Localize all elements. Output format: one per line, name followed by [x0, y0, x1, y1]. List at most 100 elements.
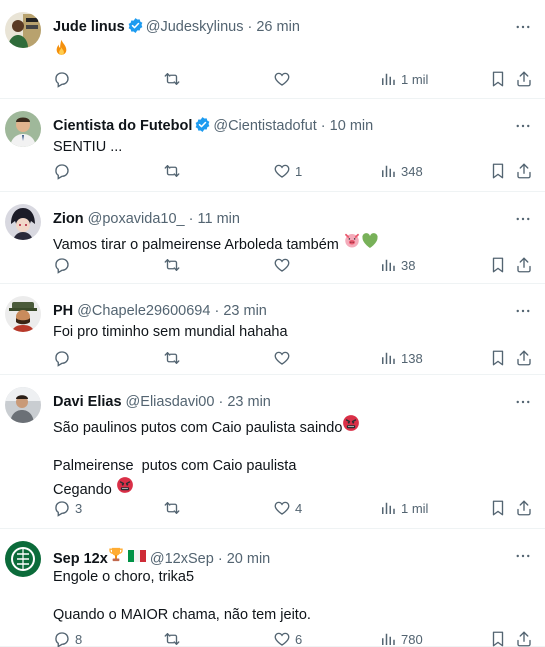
retweet-button[interactable]	[163, 627, 185, 647]
separator-dot: ·	[214, 303, 220, 319]
reply-button[interactable]: 3	[53, 496, 82, 520]
views-button[interactable]: 1 mil	[379, 67, 428, 91]
tweet[interactable]: Jude linus @Judeskylinus · 26 min 1 mil	[0, 0, 545, 99]
tweet-text-line: Quando o MAIOR chama, não tem jeito.	[53, 607, 311, 623]
retweet-button[interactable]	[163, 346, 185, 370]
share-icon	[515, 630, 533, 647]
like-button[interactable]: 6	[273, 627, 302, 647]
share-icon	[515, 70, 533, 88]
avatar[interactable]	[5, 296, 41, 332]
reply-icon	[53, 499, 71, 517]
timestamp[interactable]: 23 min	[223, 303, 267, 319]
author-handle[interactable]: @12xSep	[150, 551, 214, 567]
more-options-button[interactable]	[513, 17, 533, 37]
retweet-button[interactable]	[163, 67, 185, 91]
tweet-text-line: Vamos tirar o palmeirense Arboleda també…	[53, 237, 339, 253]
tweet-actions: 8 6 780	[53, 627, 533, 647]
view-count: 780	[401, 631, 423, 647]
avatar[interactable]	[5, 541, 41, 577]
timestamp[interactable]: 10 min	[330, 118, 374, 134]
text: São paulinos putos com Caio paulista sai…	[53, 420, 343, 436]
avatar[interactable]	[5, 204, 41, 240]
tweet-text: São paulinos putos com Caio paulista sai…	[53, 414, 505, 500]
tweet-text-line: Palmeirense putos com Caio paulista	[53, 458, 297, 474]
views-button[interactable]: 780	[379, 627, 423, 647]
more-options-button[interactable]	[513, 546, 533, 566]
like-button[interactable]: 1	[273, 159, 302, 183]
more-options-button[interactable]	[513, 392, 533, 412]
separator-dot: ·	[217, 551, 223, 567]
tweet-header: Sep 12x @12xSep · 20 min	[53, 546, 505, 567]
author-handle[interactable]: @Eliasdavi00	[126, 394, 215, 410]
replies-feed: Jude linus @Judeskylinus · 26 min 1 mil Cie…	[0, 0, 545, 647]
tweet[interactable]: Cientista do Futebol @Cientistadofut · 10…	[0, 99, 545, 192]
author-handle[interactable]: @Chapele29600694	[77, 303, 210, 319]
fire-emoji-icon	[53, 39, 70, 57]
reply-button[interactable]	[53, 253, 75, 277]
bookmark-icon	[489, 256, 507, 274]
views-button[interactable]: 38	[379, 253, 415, 277]
avatar[interactable]	[5, 111, 41, 147]
more-options-button[interactable]	[513, 209, 533, 229]
bookmark-button[interactable]	[489, 627, 507, 647]
like-count: 6	[295, 631, 303, 647]
author-handle[interactable]: @poxavida10_	[88, 211, 185, 227]
bookmark-button[interactable]	[489, 159, 507, 183]
author-handle[interactable]: @Cientistadofut	[213, 118, 316, 134]
like-button[interactable]	[273, 346, 295, 370]
retweet-icon	[163, 70, 181, 88]
timestamp[interactable]: 23 min	[227, 394, 271, 410]
separator-dot: ·	[320, 118, 326, 134]
tweet-text: Engole o choro, trika5 Quando o MAIOR cha…	[53, 568, 505, 625]
author-name[interactable]: Davi Elias	[53, 394, 122, 410]
reply-button[interactable]	[53, 159, 75, 183]
heart-icon	[273, 162, 291, 180]
views-button[interactable]: 348	[379, 159, 423, 183]
share-icon	[515, 349, 533, 367]
timestamp[interactable]: 26 min	[256, 19, 300, 35]
more-options-button[interactable]	[513, 116, 533, 136]
tweet[interactable]: Zion @poxavida10_ · 11 min Vamos tirar o …	[0, 192, 545, 284]
views-button[interactable]: 138	[379, 346, 423, 370]
like-button[interactable]	[273, 67, 295, 91]
reply-button[interactable]	[53, 67, 75, 91]
author-name[interactable]: PH	[53, 303, 73, 319]
share-button[interactable]	[515, 496, 533, 520]
bookmark-button[interactable]	[489, 253, 507, 277]
author-name[interactable]: Cientista do Futebol	[53, 118, 192, 134]
share-button[interactable]	[515, 346, 533, 370]
views-icon	[379, 162, 397, 180]
share-button[interactable]	[515, 627, 533, 647]
tweet[interactable]: Sep 12x @12xSep · 20 min Engole o choro, …	[0, 529, 545, 647]
author-name[interactable]: Zion	[53, 211, 84, 227]
views-button[interactable]: 1 mil	[379, 496, 428, 520]
reply-button[interactable]	[53, 346, 75, 370]
avatar[interactable]	[5, 387, 41, 423]
share-button[interactable]	[515, 253, 533, 277]
bookmark-button[interactable]	[489, 346, 507, 370]
author-name[interactable]: Sep 12x	[53, 551, 108, 567]
avatar[interactable]	[5, 12, 41, 48]
more-icon	[514, 547, 532, 565]
like-button[interactable]: 4	[273, 496, 302, 520]
timestamp[interactable]: 20 min	[227, 551, 271, 567]
tweet[interactable]: PH @Chapele29600694 · 23 min Foi pro timi…	[0, 284, 545, 375]
share-button[interactable]	[515, 159, 533, 183]
separator-dot: ·	[188, 211, 194, 227]
tweet[interactable]: Davi Elias @Eliasdavi00 · 23 min São paul…	[0, 375, 545, 529]
share-button[interactable]	[515, 67, 533, 91]
retweet-button[interactable]	[163, 159, 185, 183]
timestamp[interactable]: 11 min	[198, 211, 240, 227]
retweet-button[interactable]	[163, 253, 185, 277]
reply-button[interactable]: 8	[53, 627, 82, 647]
retweet-button[interactable]	[163, 496, 185, 520]
author-handle[interactable]: @Judeskylinus	[146, 19, 244, 35]
reply-icon	[53, 162, 71, 180]
bookmark-icon	[489, 70, 507, 88]
bookmark-button[interactable]	[489, 67, 507, 91]
share-icon	[515, 162, 533, 180]
like-button[interactable]	[273, 253, 295, 277]
more-options-button[interactable]	[513, 301, 533, 321]
author-name[interactable]: Jude linus	[53, 19, 125, 35]
bookmark-button[interactable]	[489, 496, 507, 520]
